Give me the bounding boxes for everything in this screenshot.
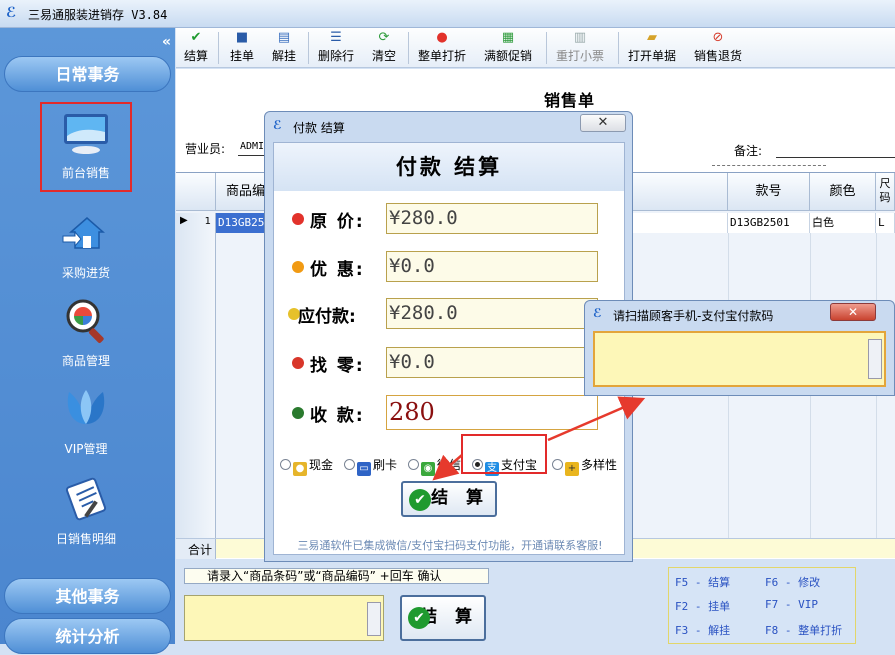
close-button[interactable]: ✕ [830,303,876,321]
arrow-to-settle [432,454,463,481]
app-logo-icon: ℰ [593,306,602,320]
arrow-to-alipay-popup [547,396,646,442]
alipay-scan-dialog: ℰ 请扫描顾客手机-支付宝付款码 ✕ [584,300,895,396]
alipay-dialog-title: 请扫描顾客手机-支付宝付款码 [613,309,774,323]
scan-button[interactable] [868,339,882,379]
alipay-code-input[interactable] [593,331,886,387]
